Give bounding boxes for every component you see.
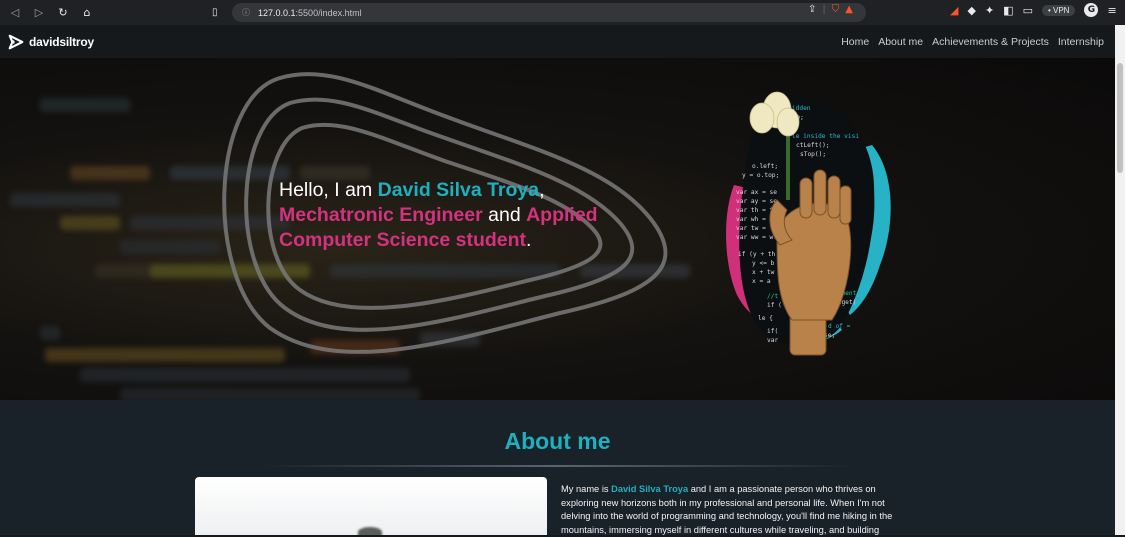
page-scrollbar[interactable]: [1115, 25, 1125, 535]
site-info-icon[interactable]: ⓘ: [242, 7, 250, 18]
code-line: x = a: [752, 278, 771, 285]
code-line: o.left;: [752, 163, 778, 170]
address-bar-area: ▯ ⓘ 127.0.0.1 :5500/index.html: [212, 3, 866, 22]
hero-and: and: [482, 204, 527, 226]
code-line: ctLeft();: [796, 142, 830, 149]
code-line: var: [767, 337, 778, 344]
hero-section: Hello, I am David Silva Troya, Mechatron…: [0, 58, 1115, 400]
bookmark-icon[interactable]: ▯: [212, 7, 232, 18]
hero-headline: Hello, I am David Silva Troya, Mechatron…: [279, 178, 609, 253]
about-divider: [263, 465, 853, 467]
about-text-pre: My name is: [561, 484, 612, 494]
code-line: le {: [758, 315, 773, 322]
code-line: var ay = se: [736, 198, 777, 205]
hero-comma: ,: [539, 179, 545, 201]
back-icon[interactable]: ◁: [8, 6, 22, 19]
extensions-area: ◢ ◆ ✦ ◧ ▭ • VPN G ≡: [950, 3, 1117, 17]
site-navbar: davidsiltroy Home About me Achievements …: [0, 25, 1115, 58]
about-photo: [195, 477, 547, 535]
menu-icon[interactable]: ≡: [1107, 4, 1116, 17]
share-icon[interactable]: ⇪: [808, 4, 816, 15]
address-actions: ⇪ | ⛉ ▲: [808, 4, 853, 15]
code-line: if (: [767, 302, 782, 309]
code-line: d of =: [828, 323, 851, 330]
extension-icon[interactable]: ◆: [967, 4, 975, 17]
hero-greeting: Hello, I am: [279, 179, 378, 201]
puzzle-icon[interactable]: ✦: [985, 4, 994, 17]
photo-tree-shape: [358, 527, 382, 535]
about-title: About me: [504, 428, 611, 454]
scrollbar-thumb[interactable]: [1117, 63, 1123, 173]
about-paragraph: My name is David Silva Troya and I am a …: [561, 483, 911, 537]
browser-toolbar: ◁ ▷ ↻ ⌂ ▯ ⓘ 127.0.0.1 :5500/index.html ⇪…: [0, 0, 1125, 25]
home-icon[interactable]: ⌂: [80, 6, 94, 19]
address-bar[interactable]: ⓘ 127.0.0.1 :5500/index.html: [232, 3, 866, 22]
brand[interactable]: davidsiltroy: [7, 33, 94, 51]
browser-nav-buttons: ◁ ▷ ↻ ⌂: [0, 6, 200, 19]
brand-logo-icon: [8, 34, 24, 49]
brand-name: davidsiltroy: [29, 34, 94, 49]
code-line: y = o.top;: [742, 172, 779, 179]
code-line: x + tw: [752, 269, 775, 276]
code-line: sTop();: [800, 151, 826, 158]
url-host: 127.0.0.1: [258, 7, 296, 18]
nav-link-about[interactable]: About me: [878, 36, 923, 48]
code-line: var ax = se: [736, 189, 777, 196]
code-line: le inside the visi: [792, 133, 859, 140]
about-text-name: David Silva Troya: [611, 484, 689, 494]
vpn-button[interactable]: • VPN: [1041, 4, 1076, 16]
hero-role-engineer: Mechatronic Engineer: [279, 204, 483, 226]
url-path: :5500/index.html: [295, 7, 362, 18]
code-line: if (y + th: [738, 251, 776, 258]
code-line: //t: [767, 293, 778, 300]
hero-period: .: [526, 229, 532, 251]
hero-name: David Silva Troya: [377, 179, 540, 201]
brave-rewards-icon[interactable]: ▲: [845, 4, 853, 15]
about-section: About me My name is David Silva Troya an…: [0, 400, 1115, 535]
wallet-icon[interactable]: ▭: [1023, 4, 1033, 17]
code-line: y <= b: [752, 260, 775, 267]
profile-avatar[interactable]: G: [1084, 3, 1099, 17]
extension-icon[interactable]: ◢: [950, 4, 958, 17]
sidebar-icon[interactable]: ◧: [1003, 4, 1013, 17]
reload-icon[interactable]: ↻: [56, 6, 70, 19]
brave-shield-icon[interactable]: ⛉: [832, 4, 840, 15]
nav-links: Home About me Achievements & Projects In…: [841, 36, 1104, 48]
code-line: if(: [767, 328, 778, 335]
hero-illustration: ir hidden = false; le inside the visi ct…: [726, 91, 891, 356]
forward-icon[interactable]: ▷: [32, 6, 46, 19]
nav-link-home[interactable]: Home: [841, 36, 869, 48]
nav-link-internship[interactable]: Internship: [1058, 36, 1104, 48]
code-line: var ww = w.: [736, 234, 777, 241]
nav-link-achievements[interactable]: Achievements & Projects: [932, 36, 1049, 48]
